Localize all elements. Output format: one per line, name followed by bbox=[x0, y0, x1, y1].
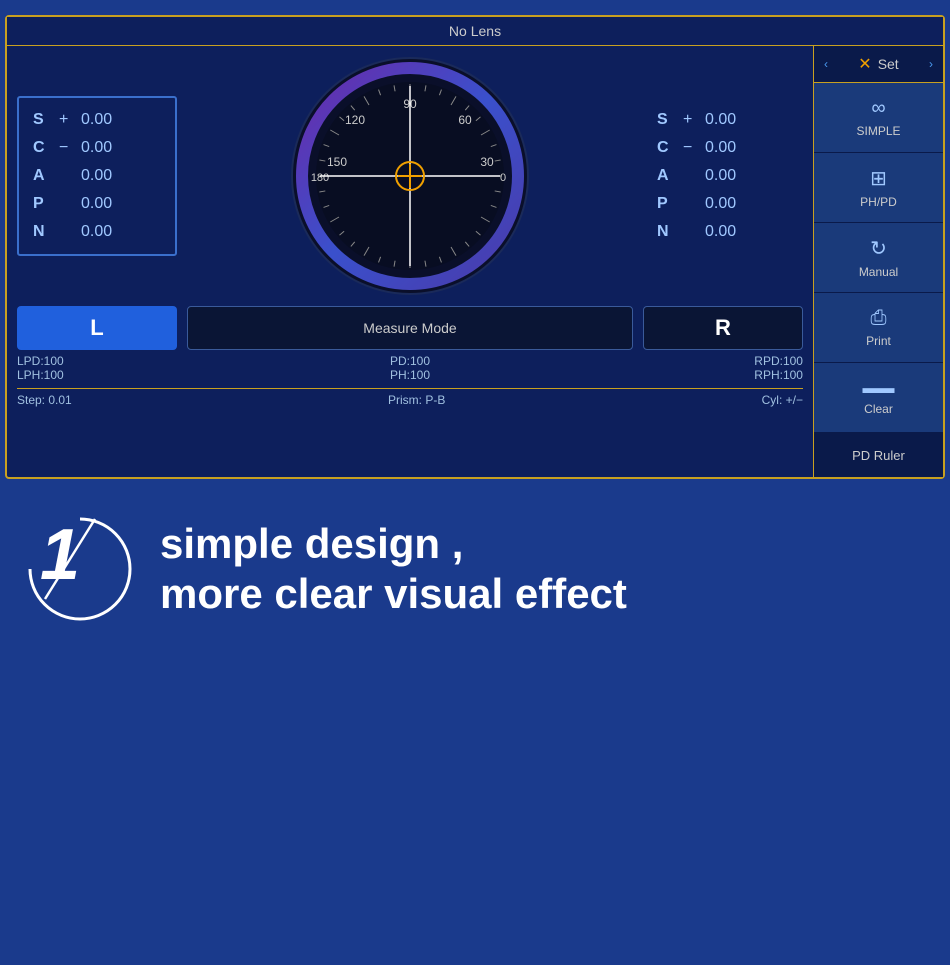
sidebar: ‹ ✕ Set › ∞ SIMPLE ⊞ PH/PD ↻ Manual ⎙ bbox=[813, 46, 943, 477]
ph-value: PH:100 bbox=[282, 368, 537, 382]
compass-dial: 90 60 30 0 180 150 120 bbox=[290, 56, 530, 296]
measure-mode-button[interactable]: Measure Mode bbox=[187, 306, 633, 350]
main-panel: No Lens S + 0.00 C − 0.00 bbox=[5, 15, 945, 479]
phgrid-label: PH/PD bbox=[860, 195, 897, 209]
sidebar-right-arrow[interactable]: › bbox=[929, 57, 933, 71]
rpd-value: RPD:100 bbox=[548, 354, 803, 368]
sidebar-header: ‹ ✕ Set › bbox=[814, 46, 943, 83]
infinity-icon: ∞ bbox=[871, 97, 885, 120]
left-A-row: A 0.00 bbox=[33, 162, 161, 190]
set-label: Set bbox=[878, 56, 899, 72]
right-P-row: P 0.00 bbox=[657, 190, 789, 218]
bottom-row: L Measure Mode R bbox=[17, 306, 803, 350]
print-label: Print bbox=[866, 334, 891, 348]
panel-header: No Lens bbox=[7, 17, 943, 46]
left-C-row: C − 0.00 bbox=[33, 134, 161, 162]
settings-icon: ✕ bbox=[858, 54, 871, 74]
left-N-row: N 0.00 bbox=[33, 218, 161, 246]
status-row: Step: 0.01 Prism: P-B Cyl: +/− bbox=[17, 388, 803, 407]
measurements-row: S + 0.00 C − 0.00 A 0.00 bbox=[17, 56, 803, 296]
svg-text:30: 30 bbox=[480, 155, 494, 169]
dial-container: 90 60 30 0 180 150 120 bbox=[187, 56, 633, 296]
pd-ruler-label: PD Ruler bbox=[852, 448, 905, 463]
R-button[interactable]: R bbox=[643, 306, 803, 350]
simple-label: SIMPLE bbox=[856, 124, 900, 138]
svg-text:0: 0 bbox=[500, 172, 506, 184]
clear-label: Clear bbox=[864, 402, 893, 416]
svg-text:60: 60 bbox=[458, 113, 472, 127]
L-button[interactable]: L bbox=[17, 306, 177, 350]
left-measurements-box: S + 0.00 C − 0.00 A 0.00 bbox=[17, 96, 177, 256]
right-N-row: N 0.00 bbox=[657, 218, 789, 246]
phpd-icon: ⊞ bbox=[870, 166, 887, 191]
print-button[interactable]: ⎙ Print bbox=[814, 293, 943, 363]
clear-button[interactable]: ▬▬ Clear bbox=[814, 363, 943, 433]
manual-icon: ↻ bbox=[870, 236, 887, 261]
right-measurements-box: S + 0.00 C − 0.00 A 0.00 bbox=[643, 98, 803, 254]
tagline-line2: more clear visual effect bbox=[160, 569, 930, 619]
clear-icon: ▬▬ bbox=[863, 380, 895, 398]
right-pd-section: RPD:100 RPH:100 bbox=[548, 354, 803, 382]
no-lens-label: No Lens bbox=[449, 23, 501, 39]
left-P-row: P 0.00 bbox=[33, 190, 161, 218]
bottom-text-section: 1 simple design , more clear visual effe… bbox=[0, 479, 950, 629]
lph-value: LPH:100 bbox=[17, 368, 272, 382]
tagline-block: simple design , more clear visual effect bbox=[140, 519, 930, 620]
svg-text:120: 120 bbox=[345, 113, 365, 127]
main-content: S + 0.00 C − 0.00 A 0.00 bbox=[7, 46, 813, 477]
svg-text:150: 150 bbox=[327, 155, 347, 169]
cyl-status: Cyl: +/− bbox=[762, 393, 803, 407]
large-number: 1 bbox=[40, 519, 80, 591]
svg-text:180: 180 bbox=[311, 172, 329, 184]
pd-ruler-button[interactable]: PD Ruler bbox=[814, 433, 943, 477]
tagline-line1: simple design , bbox=[160, 519, 930, 569]
right-C-row: C − 0.00 bbox=[657, 134, 789, 162]
pd-info-row: LPD:100 LPH:100 PD:100 PH:100 RPD:100 RP… bbox=[17, 354, 803, 382]
number-circle: 1 bbox=[20, 509, 140, 629]
simple-button[interactable]: ∞ SIMPLE bbox=[814, 83, 943, 153]
left-S-row: S + 0.00 bbox=[33, 106, 161, 134]
prism-status: Prism: P-B bbox=[388, 393, 445, 407]
sidebar-left-arrow[interactable]: ‹ bbox=[824, 57, 828, 71]
pd-value: PD:100 bbox=[282, 354, 537, 368]
lpd-value: LPD:100 bbox=[17, 354, 272, 368]
rph-value: RPH:100 bbox=[548, 368, 803, 382]
center-pd-section: PD:100 PH:100 bbox=[282, 354, 537, 382]
right-A-row: A 0.00 bbox=[657, 162, 789, 190]
print-icon: ⎙ bbox=[871, 307, 887, 330]
manual-label: Manual bbox=[859, 265, 898, 279]
right-S-row: S + 0.00 bbox=[657, 106, 789, 134]
left-pd-section: LPD:100 LPH:100 bbox=[17, 354, 272, 382]
manual-button[interactable]: ↻ Manual bbox=[814, 223, 943, 293]
phpd-button[interactable]: ⊞ PH/PD bbox=[814, 153, 943, 223]
step-status: Step: 0.01 bbox=[17, 393, 72, 407]
panel-body: S + 0.00 C − 0.00 A 0.00 bbox=[7, 46, 943, 477]
